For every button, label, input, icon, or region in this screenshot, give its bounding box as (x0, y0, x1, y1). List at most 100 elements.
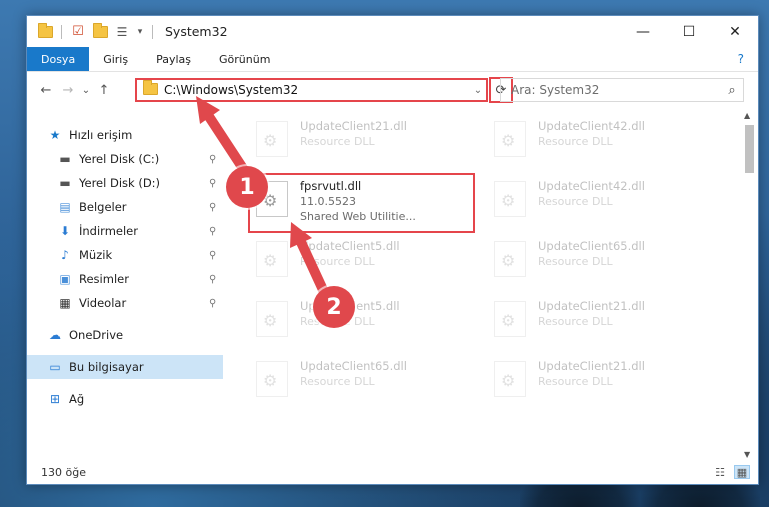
download-icon: ⬇ (59, 224, 71, 238)
file-item[interactable]: UpdateClient65.dll Resource DLL (250, 357, 480, 405)
drive-icon: ▬ (59, 176, 71, 190)
nav-item[interactable]: ▤ Belgeler ⚲ (27, 195, 223, 219)
nav-item-label: OneDrive (69, 328, 124, 342)
recent-locations-button[interactable]: ⌄ (79, 78, 93, 102)
nav-item[interactable]: ▭ Bu bilgisayar (27, 355, 223, 379)
file-name: UpdateClient21.dll (538, 299, 645, 313)
computer-icon: ▭ (49, 360, 61, 374)
file-name: UpdateClient21.dll (300, 119, 407, 133)
file-explorer-window: ☑ ☰ ▾ System32 — ☐ ✕ Dosya Giriş Paylaş … (26, 15, 759, 485)
step-badge-1: 1 (226, 166, 268, 208)
nav-item[interactable]: ▬ Yerel Disk (C:) ⚲ (27, 147, 223, 171)
file-item[interactable]: UpdateClient42.dll Resource DLL (488, 177, 718, 225)
tiles-view-icon[interactable]: ▦ (734, 465, 750, 479)
tab-share[interactable]: Paylaş (142, 47, 205, 71)
help-icon[interactable]: ? (724, 47, 758, 71)
customize-toolbar-icon[interactable]: ☰ (114, 24, 130, 40)
properties-check-icon[interactable]: ☑ (70, 24, 86, 40)
pin-icon[interactable]: ⚲ (209, 178, 216, 189)
tab-home[interactable]: Giriş (89, 47, 142, 71)
file-item[interactable]: UpdateClient42.dll Resource DLL (488, 117, 718, 165)
dll-file-icon (494, 301, 526, 337)
address-path[interactable]: C:\Windows\System32 (164, 83, 470, 97)
file-name: UpdateClient5.dll (300, 239, 400, 253)
nav-item-label: İndirmeler (79, 224, 138, 238)
chevron-down-icon[interactable]: ⌄ (470, 85, 486, 96)
file-description: Resource DLL (538, 315, 613, 328)
nav-item[interactable]: ♪ Müzik ⚲ (27, 243, 223, 267)
navigation-bar: ← → ⌄ ↑ C:\Windows\System32 ⌄ ⟳ Ara: Sys… (27, 73, 758, 107)
nav-item[interactable]: ☁ OneDrive (27, 323, 223, 347)
back-button[interactable]: ← (35, 78, 57, 102)
new-folder-icon[interactable] (92, 22, 108, 40)
window-title: System32 (165, 24, 228, 39)
search-placeholder[interactable]: Ara: System32 (511, 83, 721, 97)
scroll-down-arrow[interactable]: ▼ (744, 450, 750, 459)
file-description: Resource DLL (538, 255, 613, 268)
nav-item[interactable]: ▣ Resimler ⚲ (27, 267, 223, 291)
file-name: UpdateClient65.dll (538, 239, 645, 253)
divider (152, 24, 153, 39)
dll-file-icon (256, 241, 288, 277)
pictures-icon: ▣ (59, 272, 71, 286)
file-name: UpdateClient21.dll (538, 359, 645, 373)
nav-item-label: Yerel Disk (C:) (79, 152, 160, 166)
file-item[interactable]: UpdateClient5.dllResource DLL (250, 297, 480, 345)
music-icon: ♪ (61, 248, 69, 262)
file-item[interactable]: UpdateClient21.dll Resource DLL (250, 117, 480, 165)
file-item[interactable]: UpdateClient5.dll Resource DLL (250, 237, 480, 285)
window-controls: — ☐ ✕ (620, 16, 758, 47)
minimize-button[interactable]: — (620, 16, 666, 47)
dll-file-icon (494, 241, 526, 277)
nav-item[interactable]: ⬇ İndirmeler ⚲ (27, 219, 223, 243)
nav-item[interactable]: ⊞ Ağ (27, 387, 223, 411)
step-badge-2: 2 (313, 286, 355, 328)
pin-icon[interactable]: ⚲ (209, 250, 216, 261)
pin-icon[interactable]: ⚲ (209, 298, 216, 309)
file-item[interactable]: UpdateClient65.dll Resource DLL (488, 237, 718, 285)
nav-item[interactable]: ★ Hızlı erişim (27, 123, 223, 147)
tab-file[interactable]: Dosya (27, 47, 90, 71)
star-icon: ★ (49, 128, 61, 142)
nav-item[interactable]: ▬ Yerel Disk (D:) ⚲ (27, 171, 223, 195)
pin-icon[interactable]: ⚲ (209, 274, 216, 285)
video-icon: ▦ (59, 296, 71, 310)
dll-file-icon (494, 181, 526, 217)
file-item[interactable]: UpdateClient21.dll Resource DLL (488, 297, 718, 345)
file-description: Resource DLL (300, 135, 375, 148)
search-box[interactable]: Ara: System32 ⌕ (500, 78, 744, 102)
highlight-box (248, 173, 475, 233)
up-button[interactable]: ↑ (93, 78, 115, 102)
vertical-scrollbar[interactable]: ▲ ▼ (741, 109, 758, 461)
dll-file-icon (494, 361, 526, 397)
maximize-button[interactable]: ☐ (666, 16, 712, 47)
tab-view[interactable]: Görünüm (205, 47, 284, 71)
file-description: Resource DLL (300, 375, 375, 388)
chevron-down-icon[interactable]: ▾ (136, 24, 144, 40)
nav-item[interactable]: ▦ Videolar ⚲ (27, 291, 223, 315)
nav-item-label: Hızlı erişim (69, 128, 133, 142)
search-icon[interactable]: ⌕ (721, 83, 743, 98)
pin-icon[interactable]: ⚲ (209, 202, 216, 213)
nav-item-label: Videolar (79, 296, 127, 310)
forward-button[interactable]: → (57, 78, 79, 102)
scroll-up-arrow[interactable]: ▲ (744, 111, 750, 120)
nav-item-label: Ağ (69, 392, 85, 406)
close-button[interactable]: ✕ (712, 16, 758, 47)
pin-icon[interactable]: ⚲ (209, 154, 216, 165)
file-item[interactable]: UpdateClient21.dll Resource DLL (488, 357, 718, 405)
nav-item-label: Müzik (79, 248, 113, 262)
navigation-pane: ★ Hızlı erişim ▬ Yerel Disk (C:) ⚲ ▬ Yerel Dis… (27, 109, 223, 454)
file-name: UpdateClient65.dll (300, 359, 407, 373)
item-count: 130 öğe (41, 465, 86, 479)
details-view-icon[interactable]: ☷ (712, 465, 728, 479)
file-description: Resource DLL (300, 255, 375, 268)
nav-item-label: Resimler (79, 272, 129, 286)
drive-icon: ▬ (59, 152, 71, 166)
scrollbar-thumb[interactable] (745, 125, 754, 173)
address-bar[interactable]: C:\Windows\System32 ⌄ (135, 78, 488, 102)
pin-icon[interactable]: ⚲ (209, 226, 216, 237)
title-bar: ☑ ☰ ▾ System32 — ☐ ✕ (27, 16, 758, 47)
ribbon-tabs: Dosya Giriş Paylaş Görünüm ? (27, 47, 758, 72)
nav-item-label: Yerel Disk (D:) (79, 176, 161, 190)
